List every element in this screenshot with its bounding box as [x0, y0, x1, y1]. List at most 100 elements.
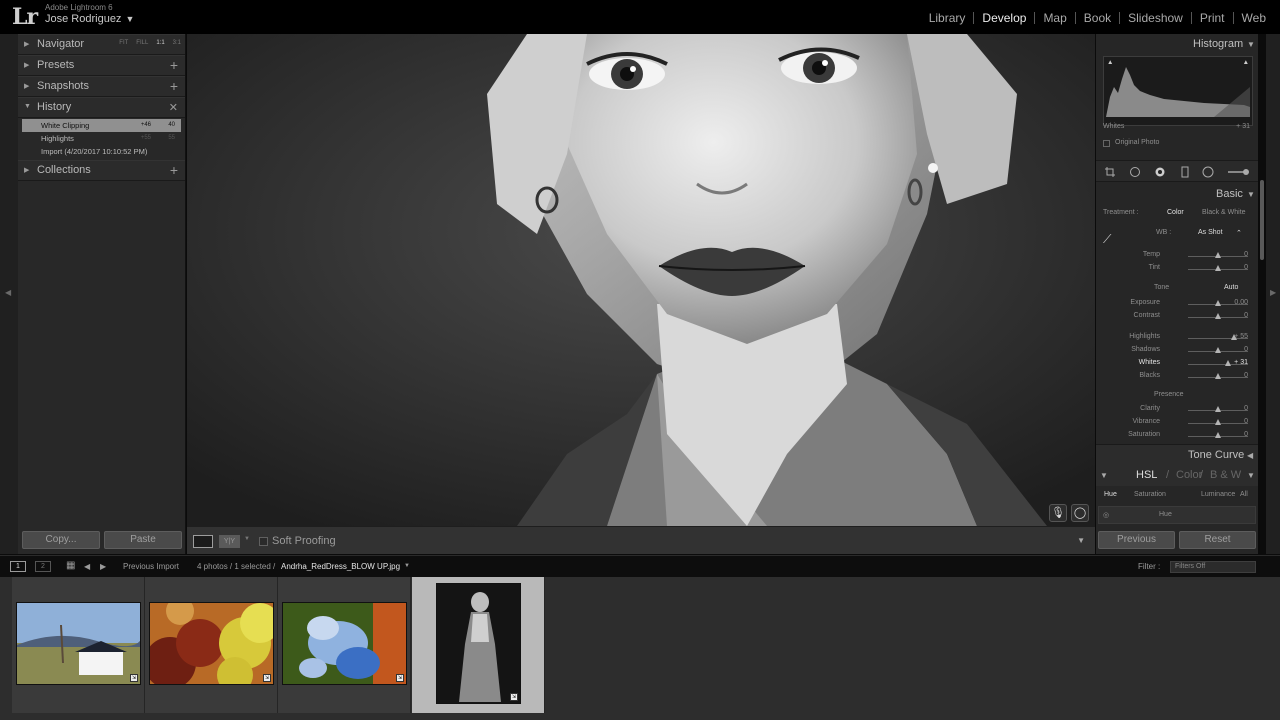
shadow-clipping-icon[interactable]: ▲	[1107, 59, 1113, 66]
rotate-icon[interactable]: ◯	[1071, 504, 1089, 522]
left-panel-edge[interactable]: ◀	[0, 34, 18, 554]
target-adjust-icon[interactable]: ◎	[1103, 511, 1109, 519]
right-panel-scrollbar[interactable]	[1260, 180, 1264, 260]
red-eye-icon[interactable]	[1154, 166, 1166, 178]
zoom-fit[interactable]: FIT	[119, 40, 128, 46]
navigator-header[interactable]: ▶ Navigator FIT FILL 1:1 3:1	[18, 34, 185, 55]
filmstrip-cell[interactable]: ⇲	[12, 577, 145, 713]
toolbar-menu-icon[interactable]: ▼	[1077, 536, 1085, 545]
slider-thumb[interactable]	[1215, 406, 1221, 412]
slider-thumb[interactable]	[1224, 360, 1231, 366]
tone-curve-header[interactable]: Tone Curve ◀	[1096, 444, 1258, 466]
module-book[interactable]: Book	[1076, 11, 1119, 25]
module-library[interactable]: Library	[921, 11, 974, 25]
main-window-button[interactable]: 1	[10, 561, 26, 572]
zoom-1to1[interactable]: 1:1	[156, 40, 164, 46]
module-map[interactable]: Map	[1035, 11, 1074, 25]
filmstrip-cell-selected[interactable]: ⇲	[412, 577, 545, 713]
temp-slider[interactable]: Temp 0	[1096, 250, 1258, 262]
eyedropper-icon[interactable]: ⟋	[1103, 232, 1111, 247]
treatment-bw-option[interactable]: Black & White	[1202, 209, 1246, 216]
soft-proofing-checkbox[interactable]	[259, 537, 268, 546]
slider-thumb[interactable]	[1215, 432, 1221, 438]
filter-select[interactable]: Filters Off	[1170, 561, 1256, 573]
tint-slider[interactable]: Tint 0	[1096, 263, 1258, 275]
collapse-triangle-icon[interactable]: ▼	[1247, 190, 1255, 199]
auto-tone-button[interactable]: Auto	[1224, 284, 1238, 291]
history-header[interactable]: ▼ History ✕	[18, 97, 185, 118]
shadows-slider[interactable]: Shadows 0	[1096, 345, 1258, 357]
module-slideshow[interactable]: Slideshow	[1120, 11, 1191, 25]
right-panel-edge[interactable]: ▶	[1266, 34, 1280, 554]
hsl-tab[interactable]: HSL	[1136, 469, 1157, 481]
snapshots-header[interactable]: ▶ Snapshots +	[18, 76, 185, 97]
clarity-slider[interactable]: Clarity 0	[1096, 404, 1258, 416]
add-collection-icon[interactable]: +	[170, 162, 178, 178]
whites-slider[interactable]: Whites + 31	[1096, 358, 1258, 370]
collections-header[interactable]: ▶ Collections +	[18, 160, 185, 181]
crop-icon[interactable]	[1104, 166, 1116, 178]
treatment-color-option[interactable]: Color	[1167, 209, 1184, 216]
filmstrip-cell[interactable]: ⇲	[278, 577, 411, 713]
copy-button[interactable]: Copy...	[22, 531, 100, 549]
radial-filter-icon[interactable]	[1202, 166, 1214, 178]
filmstrip-cell[interactable]: ⇲	[145, 577, 278, 713]
back-arrow-icon[interactable]: ◀	[84, 562, 90, 571]
wb-select[interactable]: As Shot	[1198, 229, 1223, 236]
all-tab[interactable]: All	[1240, 491, 1248, 498]
graduated-filter-icon[interactable]	[1179, 166, 1191, 178]
history-item[interactable]: Highlights +55 55	[22, 132, 181, 145]
history-item[interactable]: White Clipping +46 40	[22, 119, 181, 132]
source-label[interactable]: Previous Import	[123, 562, 179, 571]
module-print[interactable]: Print	[1192, 11, 1233, 25]
exposure-slider[interactable]: Exposure 0.00	[1096, 298, 1258, 310]
hsl-header[interactable]: ▼ HSL / Color / B & W ▼	[1096, 466, 1258, 486]
vibrance-slider[interactable]: Vibrance 0	[1096, 417, 1258, 429]
slider-thumb[interactable]	[1215, 300, 1221, 306]
collapse-triangle-icon[interactable]: ▼	[1247, 40, 1255, 49]
spot-removal-icon[interactable]	[1129, 166, 1141, 178]
second-window-button[interactable]: 2	[35, 561, 51, 572]
module-develop[interactable]: Develop	[974, 11, 1034, 25]
bw-tab[interactable]: B & W	[1210, 469, 1241, 481]
saturation-slider[interactable]: Saturation 0	[1096, 430, 1258, 442]
highlights-slider[interactable]: Highlights + 55	[1096, 332, 1258, 344]
paste-button[interactable]: Paste	[104, 531, 182, 549]
add-snapshot-icon[interactable]: +	[170, 78, 178, 94]
adjustment-brush-icon[interactable]	[1226, 166, 1250, 178]
slider-thumb[interactable]	[1215, 265, 1221, 271]
loupe-view-icon[interactable]	[193, 535, 213, 548]
grid-view-icon[interactable]: ▦	[66, 560, 75, 571]
luminance-tab[interactable]: Luminance	[1201, 491, 1235, 498]
forward-arrow-icon[interactable]: ▶	[100, 562, 106, 571]
zoom-fill[interactable]: FILL	[136, 40, 148, 46]
histogram[interactable]: ▲ ▲	[1103, 56, 1253, 126]
presets-header[interactable]: ▶ Presets +	[18, 55, 185, 76]
saturation-tab[interactable]: Saturation	[1134, 491, 1166, 498]
add-preset-icon[interactable]: +	[170, 57, 178, 73]
presets-title: Presets	[37, 59, 75, 71]
chevron-down-icon[interactable]: ▼	[244, 536, 250, 542]
highlight-clipping-icon[interactable]: ▲	[1243, 59, 1249, 66]
slider-thumb[interactable]	[1215, 313, 1221, 319]
history-item[interactable]: Import (4/20/2017 10:10:52 PM)	[22, 145, 181, 158]
microphone-icon[interactable]: 🎙	[1049, 504, 1067, 522]
slider-thumb[interactable]	[1215, 373, 1221, 379]
original-photo-checkbox[interactable]	[1103, 140, 1110, 147]
selected-filename[interactable]: Andrha_RedDress_BLOW UP.jpg	[281, 562, 400, 571]
blacks-slider[interactable]: Blacks 0	[1096, 371, 1258, 383]
reset-button[interactable]: Reset	[1179, 531, 1256, 549]
hue-tab[interactable]: Hue	[1104, 491, 1117, 498]
photo-viewer[interactable]: 🎙 ◯	[187, 34, 1095, 526]
before-after-view-icon[interactable]: Y|Y	[219, 535, 240, 548]
slider-thumb[interactable]	[1215, 252, 1221, 258]
clear-history-icon[interactable]: ✕	[169, 101, 178, 114]
module-web[interactable]: Web	[1234, 11, 1274, 25]
zoom-3to1[interactable]: 3:1	[173, 40, 181, 46]
slider-thumb[interactable]	[1215, 419, 1221, 425]
previous-button[interactable]: Previous	[1098, 531, 1175, 549]
contrast-slider[interactable]: Contrast 0	[1096, 311, 1258, 323]
color-tab[interactable]: Color	[1176, 469, 1202, 481]
user-name-menu[interactable]: Jose Rodriguez ▼	[45, 13, 134, 25]
slider-thumb[interactable]	[1215, 347, 1221, 353]
